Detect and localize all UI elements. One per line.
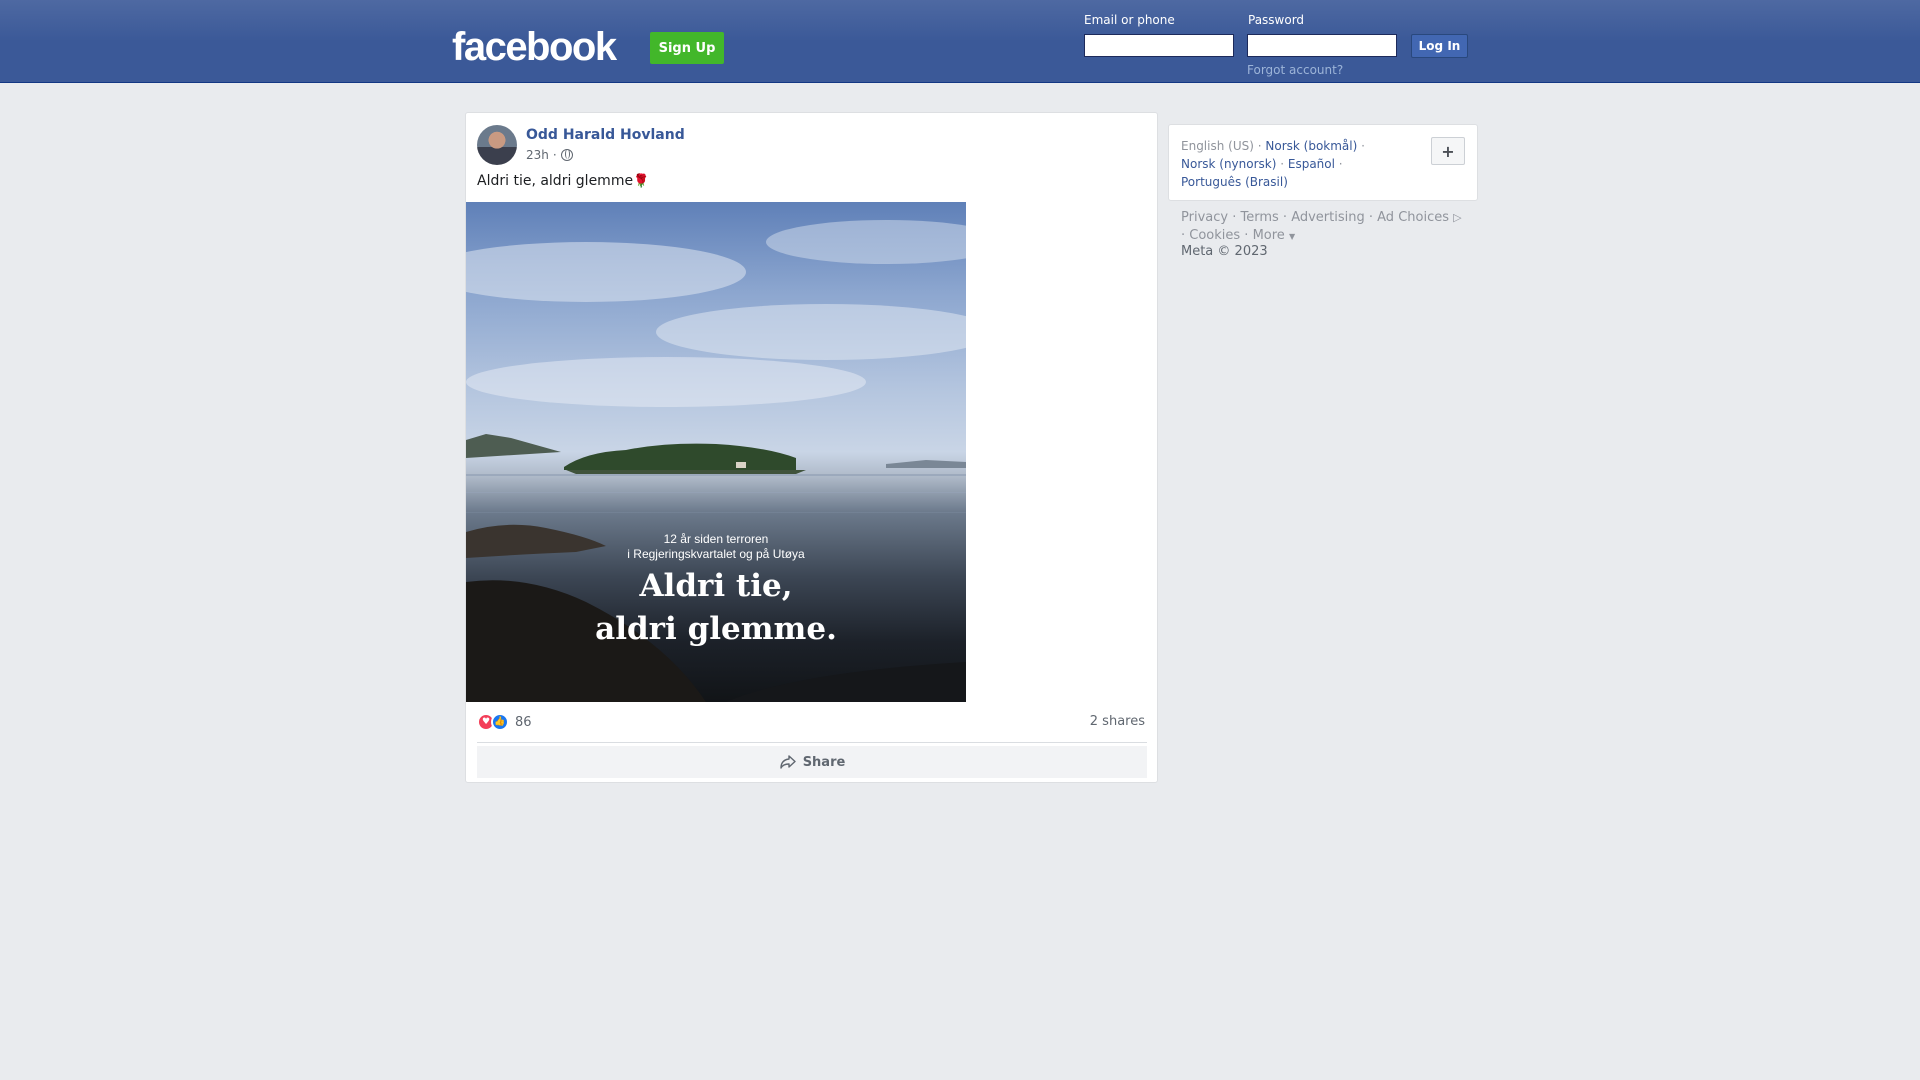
language-current: English (US)	[1181, 139, 1254, 153]
sign-up-button[interactable]: Sign Up	[650, 32, 724, 64]
reaction-count: 86	[515, 714, 532, 730]
language-norsk-nynorsk[interactable]: Norsk (nynorsk)	[1181, 157, 1276, 171]
globe-icon	[560, 149, 573, 161]
ad-choices-icon: ▷	[1453, 211, 1462, 224]
like-icon: 👍	[491, 713, 509, 731]
meta-separator: ·	[552, 148, 557, 162]
add-language-button[interactable]: +	[1431, 137, 1465, 165]
image-title-line2: aldri glemme.	[595, 611, 837, 647]
author-name[interactable]: Odd Harald Hovland	[526, 127, 685, 143]
author-avatar[interactable]	[477, 125, 517, 165]
post-text-content: Aldri tie, aldri glemme	[477, 173, 634, 189]
top-bar: facebook Sign Up Email or phone Password…	[0, 0, 1920, 83]
share-label: Share	[802, 754, 846, 770]
post-image[interactable]: 12 år siden terroren i Regjeringskvartal…	[466, 202, 966, 702]
footer-link-privacy[interactable]: Privacy	[1181, 210, 1228, 225]
post-text: Aldri tie, aldri glemme🌹	[477, 173, 649, 189]
divider	[477, 742, 1147, 743]
footer-link-advertising[interactable]: Advertising	[1291, 210, 1365, 225]
share-count[interactable]: 2 shares	[1090, 714, 1145, 729]
share-button[interactable]: Share	[477, 746, 1147, 778]
password-label: Password	[1248, 13, 1305, 27]
language-list: English (US) · Norsk (bokmål) · Norsk (n…	[1181, 139, 1365, 189]
post-card: Odd Harald Hovland 23h · Aldri tie, aldr…	[465, 112, 1158, 783]
share-icon	[779, 755, 796, 769]
footer-link-terms[interactable]: Terms	[1240, 210, 1278, 225]
footer-link-cookies[interactable]: Cookies	[1189, 228, 1240, 243]
password-field[interactable]	[1247, 34, 1397, 57]
copyright: Meta © 2023	[1181, 244, 1268, 259]
image-subtitle-line2: i Regjeringskvartalet og på Utøya	[627, 547, 805, 561]
email-field[interactable]	[1084, 34, 1234, 57]
post-time[interactable]: 23h	[526, 148, 549, 162]
footer-link-more[interactable]: More	[1253, 228, 1285, 243]
facebook-logo[interactable]: facebook	[452, 22, 617, 72]
log-in-button[interactable]: Log In	[1411, 34, 1468, 58]
language-selector: English (US) · Norsk (bokmål) · Norsk (n…	[1168, 124, 1478, 201]
email-label: Email or phone	[1084, 13, 1175, 27]
image-title-line1: Aldri tie,	[639, 568, 793, 604]
forgot-account-link[interactable]: Forgot account?	[1247, 63, 1343, 77]
post-meta: 23h ·	[526, 148, 573, 162]
caret-down-icon: ▼	[1288, 232, 1296, 241]
footer-links: Privacy · Terms · Advertising · Ad Choic…	[1181, 210, 1462, 243]
footer-link-ad-choices[interactable]: Ad Choices	[1377, 210, 1449, 225]
reactions-summary[interactable]: ♥ 👍 86	[477, 713, 532, 731]
rose-icon: 🌹	[633, 174, 650, 189]
image-subtitle-line1: 12 år siden terroren	[663, 532, 769, 546]
image-title: Aldri tie, aldri glemme.	[466, 565, 966, 651]
language-espanol[interactable]: Español	[1288, 157, 1335, 171]
image-subtitle: 12 år siden terroren i Regjeringskvartal…	[466, 532, 966, 562]
language-portugues[interactable]: Português (Brasil)	[1181, 175, 1288, 189]
language-norsk-bokmal[interactable]: Norsk (bokmål)	[1265, 139, 1357, 153]
